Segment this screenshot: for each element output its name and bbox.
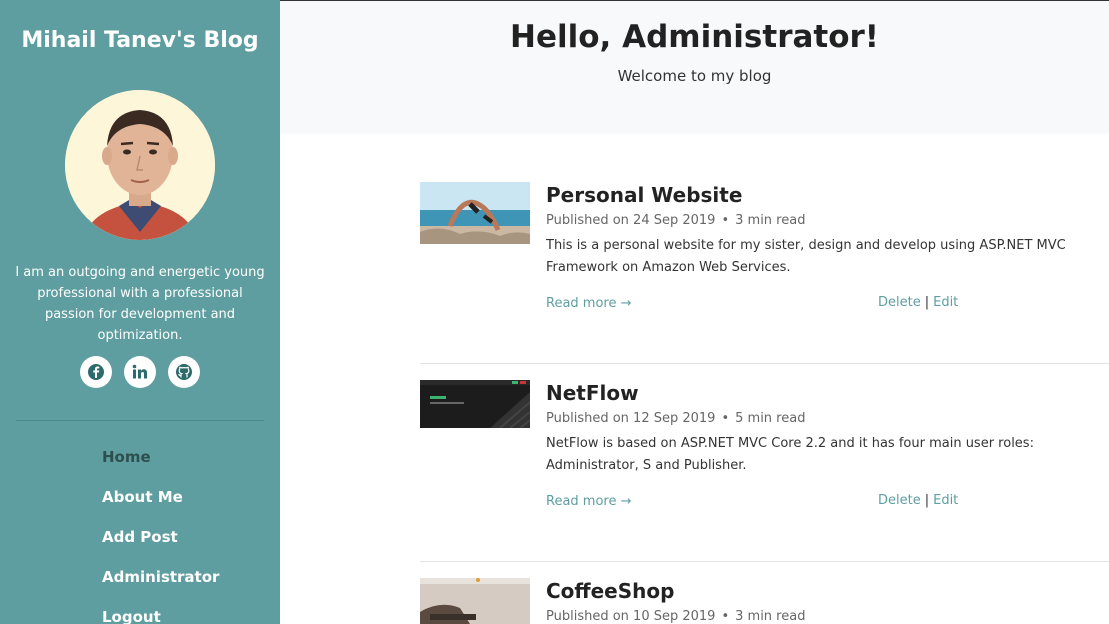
nav-item-logout[interactable]: Logout xyxy=(102,608,219,624)
post-read-time: 3 min read xyxy=(735,609,806,624)
facebook-icon xyxy=(88,364,104,380)
post-thumbnail[interactable] xyxy=(420,578,530,624)
post-excerpt: NetFlow is based on ASP.NET MVC Core 2.2… xyxy=(546,436,1034,473)
read-more-link[interactable]: Read more → xyxy=(546,296,632,311)
page-subtitle: Welcome to my blog xyxy=(617,67,772,85)
coffeeshop-photo xyxy=(420,578,530,624)
post-actions: Delete | Edit xyxy=(878,295,959,310)
post-divider xyxy=(420,561,1109,562)
site-title[interactable]: Mihail Tanev's Blog xyxy=(0,28,280,53)
nav-item-home[interactable]: Home xyxy=(102,448,219,488)
post-card: NetFlow Published on 12 Sep 2019 • 5 min r… xyxy=(420,380,1109,560)
avatar-image xyxy=(65,90,215,240)
post-thumbnail[interactable] xyxy=(420,380,530,442)
post-title[interactable]: NetFlow xyxy=(546,381,639,405)
post-excerpt: This is a personal website for my sister… xyxy=(546,238,1066,275)
post-read-time: 3 min read xyxy=(735,213,806,228)
post-title[interactable]: CoffeeShop xyxy=(546,579,674,603)
sidebar-nav: Home About Me Add Post Administrator Log… xyxy=(102,448,219,624)
netflow-screenshot xyxy=(420,380,530,429)
post-thumbnail[interactable] xyxy=(420,182,530,244)
facebook-link[interactable] xyxy=(80,356,112,388)
sidebar-divider xyxy=(16,420,264,421)
sidebar: Mihail Tanev's Blog I am an outgoing and… xyxy=(0,0,280,624)
bio-text: I am an outgoing and energetic young pro… xyxy=(15,265,265,343)
page-header: Hello, Administrator! Welcome to my blog xyxy=(280,0,1109,134)
nav-item-add-post[interactable]: Add Post xyxy=(102,528,219,568)
social-links xyxy=(0,356,280,388)
post-meta: Published on 12 Sep 2019 • 5 min read xyxy=(546,411,806,426)
post-card: CoffeeShop Published on 10 Sep 2019 • 3 mi… xyxy=(420,578,1109,624)
edit-link[interactable]: Edit xyxy=(933,493,958,508)
post-divider xyxy=(420,363,1109,364)
github-icon xyxy=(176,364,192,380)
edit-link[interactable]: Edit xyxy=(933,295,958,310)
post-date: Published on 24 Sep 2019 xyxy=(546,213,716,228)
post-date: Published on 12 Sep 2019 xyxy=(546,411,716,426)
post-read-time: 5 min read xyxy=(735,411,806,426)
linkedin-link[interactable] xyxy=(124,356,156,388)
post-actions: Delete | Edit xyxy=(878,493,959,508)
github-link[interactable] xyxy=(168,356,200,388)
post-title[interactable]: Personal Website xyxy=(546,183,742,207)
delete-link[interactable]: Delete xyxy=(878,295,921,310)
page-title: Hello, Administrator! xyxy=(510,19,879,55)
post-date: Published on 10 Sep 2019 xyxy=(546,609,716,624)
delete-link[interactable]: Delete xyxy=(878,493,921,508)
beach-photo xyxy=(420,182,530,244)
linkedin-icon xyxy=(132,364,147,379)
post-meta: Published on 24 Sep 2019 • 3 min read xyxy=(546,213,806,228)
post-meta: Published on 10 Sep 2019 • 3 min read xyxy=(546,609,806,624)
nav-item-about-me[interactable]: About Me xyxy=(102,488,219,528)
avatar xyxy=(65,90,215,240)
post-card: Personal Website Published on 24 Sep 201… xyxy=(420,182,1109,362)
nav-item-administrator[interactable]: Administrator xyxy=(102,568,219,608)
read-more-link[interactable]: Read more → xyxy=(546,494,632,509)
